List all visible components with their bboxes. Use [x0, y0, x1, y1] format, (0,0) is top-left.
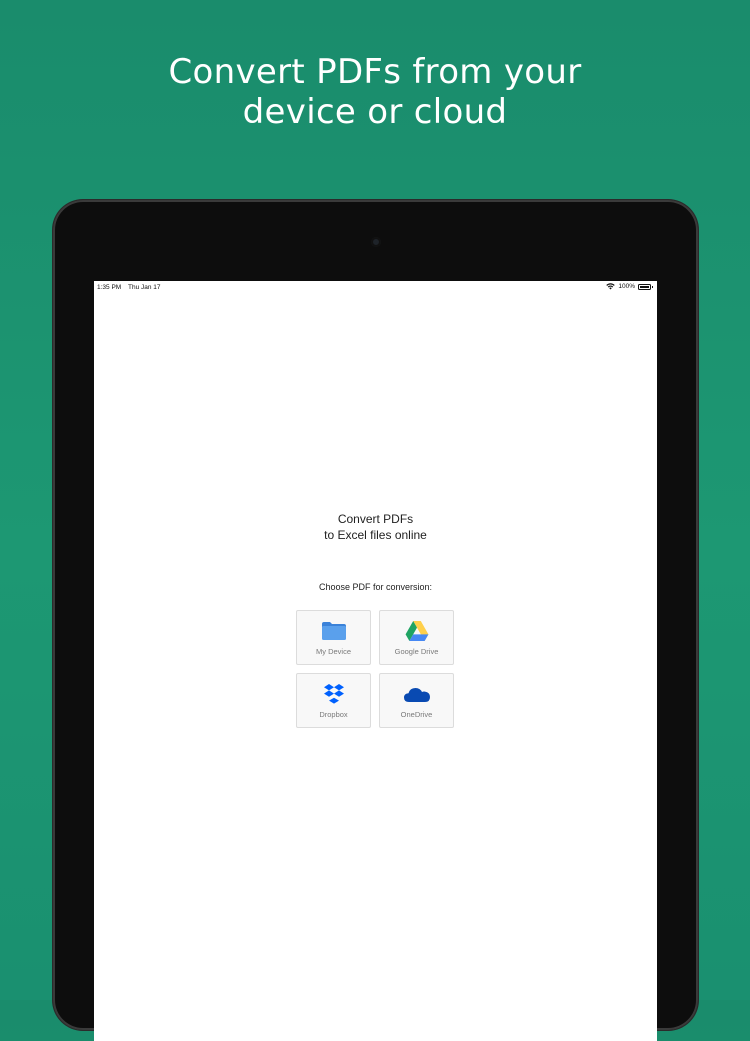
tablet-frame: 1:35 PM Thu Jan 17 100% Convert PDFs to … — [53, 200, 698, 1041]
status-time: 1:35 PM — [97, 284, 122, 291]
dropbox-icon — [323, 684, 345, 704]
onedrive-button[interactable]: OneDrive — [379, 673, 454, 728]
battery-level — [640, 285, 649, 288]
intro-text: Convert PDFs to Excel files online — [94, 511, 657, 543]
wifi-icon — [606, 283, 616, 290]
battery-icon — [638, 283, 653, 290]
headline-line-2: device or cloud — [242, 92, 508, 132]
status-indicators: 100% — [606, 283, 653, 290]
headline-line-1: Convert PDFs from your — [168, 52, 582, 92]
google-drive-icon — [405, 621, 429, 641]
intro-line-2: to Excel files online — [324, 528, 427, 542]
app-screen: 1:35 PM Thu Jan 17 100% Convert PDFs to … — [94, 281, 657, 1041]
dropbox-label: Dropbox — [319, 710, 348, 719]
choose-label: Choose PDF for conversion: — [318, 582, 433, 592]
status-date: Thu Jan 17 — [128, 284, 161, 291]
my-device-button[interactable]: My Device — [296, 610, 371, 665]
google-drive-label: Google Drive — [394, 647, 439, 656]
battery-percent: 100% — [618, 283, 635, 290]
front-camera — [371, 237, 381, 247]
google-drive-button[interactable]: Google Drive — [379, 610, 454, 665]
folder-icon — [321, 621, 347, 641]
onedrive-label: OneDrive — [400, 710, 433, 719]
intro-line-1: Convert PDFs — [337, 512, 414, 526]
onedrive-icon — [403, 684, 431, 704]
status-bar: 1:35 PM Thu Jan 17 100% — [94, 281, 657, 295]
my-device-label: My Device — [315, 647, 351, 656]
dropbox-button[interactable]: Dropbox — [296, 673, 371, 728]
headline: Convert PDFs from your device or cloud — [0, 52, 750, 132]
source-grid: My Device Google Drive Dropbox OneDrive — [296, 610, 454, 728]
